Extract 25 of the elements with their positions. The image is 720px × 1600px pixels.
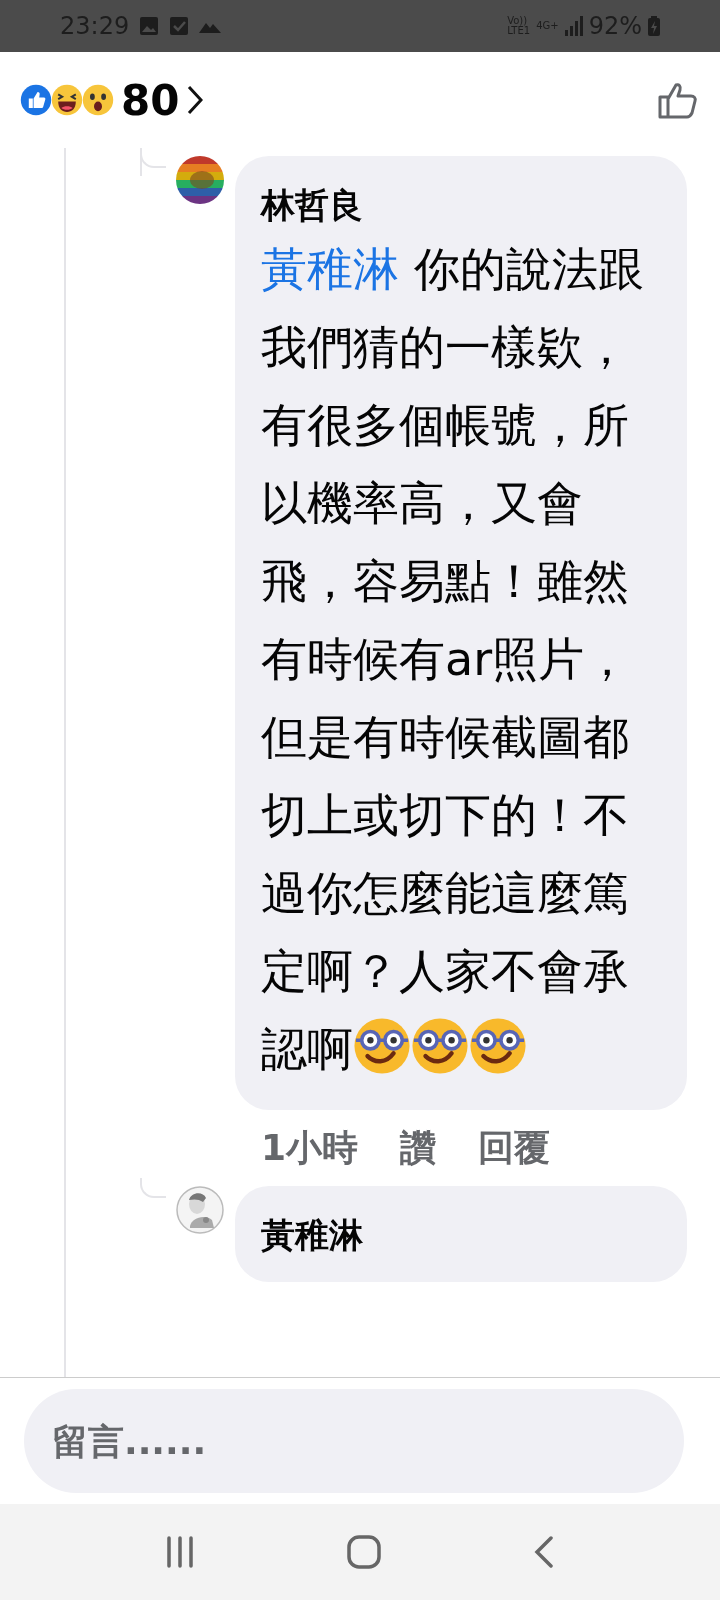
surprised-face-icon [82,84,114,116]
like-reaction-icon [20,84,52,116]
comment-text: 黃稚淋 你的說法跟我們猜的一樣欵，有很多個帳號，所以機率高，又會飛，容易點！雖然有時候有ar照片，但是有時候截圖都切上或切下的！不過你怎麼能這麼篤定啊？人家不會承認啊 [261,241,645,1078]
battery-charging-icon [648,16,660,36]
nerd-face-icon [411,1017,469,1075]
laughing-face-icon [51,84,83,116]
comment-action-button[interactable]: 讚 [400,1118,437,1178]
checkbox-icon [169,16,190,36]
nerd-face-icon [353,1017,411,1075]
comment-author[interactable]: 黃稚淋 [261,1210,663,1260]
recent-apps-icon[interactable] [166,1536,195,1568]
image-icon [139,16,160,36]
reaction-count[interactable]: 80 [121,75,180,125]
mention-link[interactable]: 黃稚淋 [261,242,399,296]
comment-time: 1小時 [261,1126,359,1170]
comment-input[interactable]: 留言...... [24,1389,684,1493]
comment-author[interactable]: 林哲良 [261,180,663,230]
home-icon[interactable] [347,1535,381,1569]
signal-icon [564,16,583,36]
back-icon[interactable] [533,1536,554,1568]
nerd-face-icon [469,1017,527,1075]
thumbs-up-icon[interactable] [658,81,698,119]
thread-line [140,1178,166,1198]
chevron-right-icon[interactable] [187,85,204,115]
comment-action-button[interactable]: 回覆 [478,1118,551,1178]
